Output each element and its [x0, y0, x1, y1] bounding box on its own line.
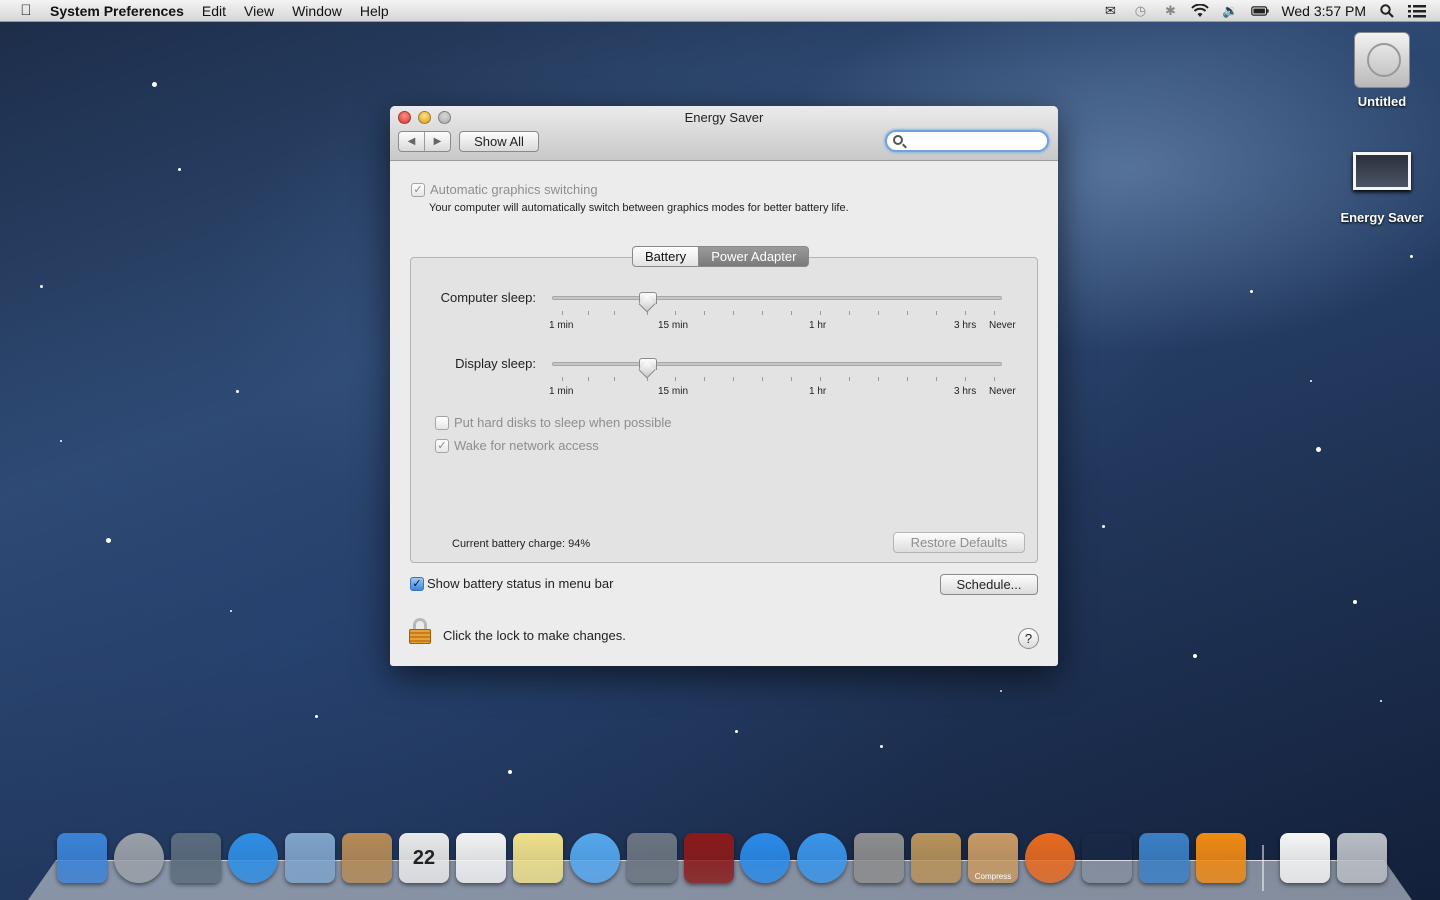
wake-network-checkbox[interactable]: ✓ — [435, 438, 449, 453]
show-battery-label: Show battery status in menu bar — [427, 576, 614, 591]
auto-graphics-label: Automatic graphics switching — [430, 182, 598, 197]
show-all-button[interactable]: Show All — [459, 131, 539, 152]
display-sleep-label: Display sleep: — [455, 356, 536, 371]
menu-app-name[interactable]: System Preferences — [50, 3, 184, 19]
hard-disks-label: Put hard disks to sleep when possible — [454, 415, 672, 430]
tick-label-3hrs: 3 hrs — [954, 320, 977, 331]
dock-finder-icon[interactable] — [57, 833, 107, 883]
bluetooth-icon[interactable]: ✱ — [1161, 3, 1179, 18]
auto-graphics-checkbox[interactable]: ✓ — [411, 182, 425, 197]
battery-charge-text: Current battery charge: 94% — [452, 538, 591, 550]
desktop-icon-label: Untitled — [1357, 94, 1407, 109]
tick-label-1hr: 1 hr — [809, 320, 827, 331]
hard-disks-checkbox[interactable] — [435, 415, 449, 430]
menu-help[interactable]: Help — [360, 3, 389, 19]
spotlight-icon[interactable] — [1378, 4, 1396, 18]
volume-icon[interactable]: 🔉 — [1221, 3, 1239, 18]
desktop-icon-energy-saver[interactable]: Energy Saver — [1332, 152, 1432, 225]
desktop-icon-untitled[interactable]: Untitled — [1332, 32, 1432, 109]
dock-reminders-icon[interactable] — [456, 833, 506, 883]
dock-system-preferences-icon[interactable] — [854, 833, 904, 883]
menu-window[interactable]: Window — [292, 3, 342, 19]
dock-compress-icon[interactable]: Compress — [968, 833, 1018, 883]
dock-launchpad-icon[interactable] — [114, 833, 164, 883]
dock-messages-icon[interactable] — [570, 833, 620, 883]
display-sleep-slider-knob[interactable] — [639, 358, 657, 376]
battery-icon[interactable] — [1251, 4, 1270, 18]
tick-label-1hr: 1 hr — [809, 386, 827, 397]
hard-drive-icon — [1354, 32, 1410, 88]
dock-calendar-icon[interactable]: 22 — [399, 833, 449, 883]
tick-label-never: Never — [989, 386, 1016, 397]
time-machine-icon[interactable]: ◷ — [1131, 3, 1149, 18]
tick-label-15min: 15 min — [658, 386, 689, 397]
dock-facetime-icon[interactable] — [627, 833, 677, 883]
tick-label-never: Never — [989, 320, 1016, 331]
menu-clock[interactable]: Wed 3:57 PM — [1281, 3, 1366, 19]
computer-sleep-label: Computer sleep: — [440, 290, 536, 305]
dock-safari-icon[interactable] — [228, 833, 278, 883]
menu-view[interactable]: View — [244, 3, 274, 19]
wake-network-label: Wake for network access — [454, 438, 599, 453]
tab-power-adapter[interactable]: Power Adapter — [699, 246, 810, 267]
lock-text: Click the lock to make changes. — [443, 628, 626, 643]
tick-label-1min: 1 min — [549, 320, 574, 331]
apple-menu-icon[interactable]:  — [16, 2, 36, 19]
tick-label-1min: 1 min — [549, 386, 574, 397]
show-battery-checkbox[interactable]: ✓ — [410, 576, 424, 591]
dock-separator — [1262, 845, 1264, 891]
show-battery-row: ✓ Show battery status in menu bar — [410, 576, 613, 591]
menu-edit[interactable]: Edit — [202, 3, 226, 19]
dock-photo-booth-icon[interactable] — [684, 833, 734, 883]
dock-compress-text: Compress — [974, 872, 1012, 881]
energy-saver-window: Energy Saver ◀ ▶ Show All ✓ Automatic gr… — [390, 106, 1058, 666]
mail-alert-icon[interactable]: ✉ — [1101, 3, 1119, 18]
tab-panel: Computer sleep: 1 min 15 min 1 hr 3 hrs … — [410, 257, 1038, 563]
screenshot-icon — [1353, 152, 1411, 190]
tick-label-3hrs: 3 hrs — [954, 386, 977, 397]
dock-notes-icon[interactable] — [513, 833, 563, 883]
tab-battery[interactable]: Battery — [632, 246, 700, 267]
lock-icon[interactable] — [409, 618, 431, 644]
dock-finder-alt-icon[interactable] — [1139, 833, 1189, 883]
tick-label-15min: 15 min — [658, 320, 689, 331]
window-toolbar: Energy Saver ◀ ▶ Show All — [390, 106, 1058, 161]
tab-bar: Battery Power Adapter — [632, 246, 810, 267]
window-title: Energy Saver — [684, 110, 764, 125]
schedule-button[interactable]: Schedule... — [940, 574, 1038, 595]
dock-archive-utility-icon[interactable] — [911, 833, 961, 883]
dock-app-store-icon[interactable] — [797, 833, 847, 883]
forward-arrow-icon[interactable]: ▶ — [424, 132, 450, 151]
back-arrow-icon[interactable]: ◀ — [399, 132, 424, 151]
dock-calendar-text: 22 — [412, 846, 436, 869]
dock-contacts-icon[interactable] — [342, 833, 392, 883]
dock-mission-control-icon[interactable] — [171, 833, 221, 883]
desktop-icon-label: Energy Saver — [1340, 210, 1424, 225]
dock-firefox-icon[interactable] — [1025, 833, 1075, 883]
dock-vlc-icon[interactable] — [1196, 833, 1246, 883]
hard-disks-row: Put hard disks to sleep when possible — [435, 415, 672, 430]
search-icon — [893, 135, 903, 145]
dock-preview-icon[interactable] — [1082, 833, 1132, 883]
wifi-icon[interactable] — [1191, 4, 1210, 18]
auto-graphics-row: ✓ Automatic graphics switching — [411, 182, 598, 197]
auto-graphics-description: Your computer will automatically switch … — [429, 202, 849, 214]
menu-bar:  System Preferences Edit View Window He… — [0, 0, 1440, 22]
dock-document-icon[interactable] — [1280, 833, 1330, 883]
help-button[interactable]: ? — [1018, 628, 1039, 649]
wake-network-row: ✓ Wake for network access — [435, 438, 599, 453]
menu-extras: ✉ ◷ ✱ 🔉 Wed 3:57 PM — [1101, 0, 1426, 22]
back-forward-control: ◀ ▶ — [398, 131, 451, 152]
restore-defaults-button[interactable]: Restore Defaults — [893, 532, 1025, 553]
dock-mail-icon[interactable] — [285, 833, 335, 883]
computer-sleep-slider-knob[interactable] — [639, 292, 657, 310]
computer-sleep-track[interactable] — [552, 296, 1002, 300]
dock-trash-icon[interactable] — [1337, 833, 1387, 883]
display-sleep-track[interactable] — [552, 362, 1002, 366]
dock-itunes-icon[interactable] — [740, 833, 790, 883]
notification-center-icon[interactable] — [1408, 4, 1426, 18]
search-input[interactable] — [885, 130, 1049, 152]
